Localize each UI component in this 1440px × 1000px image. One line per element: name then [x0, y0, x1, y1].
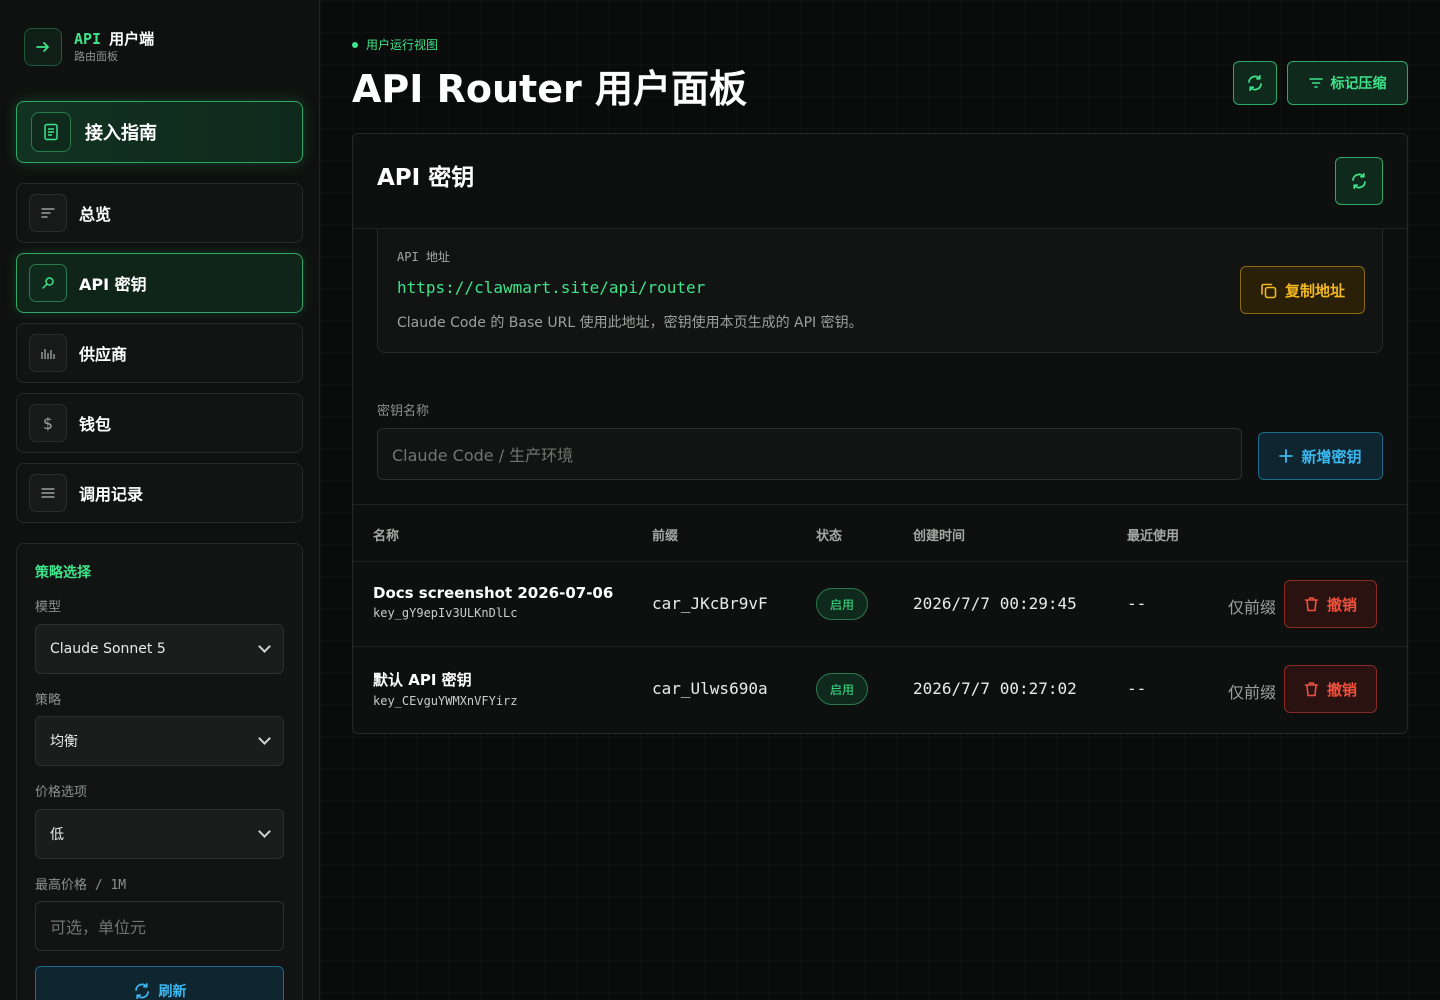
key-icon — [29, 264, 67, 302]
sidebar-item-label: 调用记录 — [79, 485, 144, 504]
add-key-label: 新增密钥 — [1301, 447, 1362, 466]
key-id: key_gY9epIv3ULKnDlLc — [373, 606, 518, 620]
api-address-description: Claude Code 的 Base URL 使用此地址，密钥使用本页生成的 A… — [397, 315, 863, 331]
last-used: -- — [1127, 594, 1147, 613]
header-refresh-button[interactable] — [1233, 61, 1277, 105]
list-icon — [29, 474, 67, 512]
sidebar-item-label: API 密钥 — [79, 275, 147, 294]
page-title: API Router 用户面板 — [352, 67, 747, 111]
column-header-prefix: 前缀 — [652, 529, 679, 544]
api-address-label: API 地址 — [397, 250, 450, 264]
created-time: 2026/7/7 00:29:45 — [913, 594, 1077, 613]
copy-address-button[interactable]: 复制地址 — [1240, 266, 1365, 314]
refresh-icon — [1352, 172, 1366, 190]
panel-refresh-button[interactable] — [1335, 157, 1383, 205]
column-header-name: 名称 — [373, 529, 400, 544]
model-value: Claude Sonnet 5 — [50, 641, 166, 657]
revoke-button[interactable]: 撤销 — [1284, 580, 1377, 628]
key-name: Docs screenshot 2026-07-06 — [373, 584, 614, 602]
strategy-label: 策略 — [35, 693, 62, 708]
eyebrow-text: 用户运行视图 — [366, 38, 439, 52]
column-header-last-used: 最近使用 — [1127, 529, 1180, 544]
max-price-input[interactable]: 可选，单位元 — [35, 901, 284, 951]
strategy-title: 策略选择 — [35, 565, 91, 581]
key-name-label: 密钥名称 — [377, 404, 430, 419]
sidebar-item-label: 供应商 — [79, 345, 128, 364]
copy-address-label: 复制地址 — [1284, 281, 1345, 300]
column-header-created: 创建时间 — [913, 529, 966, 544]
key-prefix: car_JKcBr9vF — [652, 594, 768, 613]
chevron-down-icon — [258, 732, 271, 745]
column-header-status: 状态 — [816, 529, 843, 544]
panel-title: API 密钥 — [377, 165, 475, 191]
strategy-value: 均衡 — [50, 734, 78, 750]
sidebar-item-api-keys[interactable]: API 密钥 — [16, 253, 303, 313]
key-id: key_CEvguYWMXnVFYirz — [373, 694, 518, 708]
strategy-panel: 策略选择 模型 Claude Sonnet 5 策略 均衡 价格选项 低 最高价… — [16, 543, 303, 1000]
brand-subtitle: 路由面板 — [74, 50, 118, 63]
last-used: -- — [1127, 679, 1147, 698]
guide-label: 接入指南 — [85, 123, 157, 144]
price-value: 低 — [50, 827, 64, 843]
brand[interactable]: API 用户端 路由面板 — [24, 28, 154, 66]
sidebar-item-label: 总览 — [79, 205, 112, 224]
prefix-only-text: 仅前缀 — [1228, 598, 1277, 617]
key-prefix: car_Ulws690a — [652, 679, 768, 698]
sidebar-item-label: 钱包 — [79, 415, 112, 434]
bars-icon — [29, 334, 67, 372]
dollar-icon: $ — [29, 404, 67, 442]
add-key-button[interactable]: 新增密钥 — [1258, 432, 1383, 480]
copy-icon — [1261, 283, 1277, 298]
max-price-label: 最高价格 / 1M — [35, 878, 127, 893]
sidebar: API 用户端 路由面板 接入指南 总览 API 密钥 供应商 $ 钱包 调用记… — [0, 0, 320, 1000]
refresh-label: 刷新 — [158, 984, 187, 1000]
strategy-select[interactable]: 均衡 — [35, 716, 284, 766]
refresh-icon — [1248, 74, 1262, 92]
guide-button[interactable]: 接入指南 — [16, 101, 303, 163]
status-badge: 启用 — [816, 588, 868, 620]
revoke-label: 撤销 — [1326, 680, 1357, 699]
lines-icon — [29, 194, 67, 232]
sidebar-item-providers[interactable]: 供应商 — [16, 323, 303, 383]
status-badge: 启用 — [816, 673, 868, 705]
revoke-button[interactable]: 撤销 — [1284, 665, 1377, 713]
plus-icon — [1279, 449, 1294, 463]
sidebar-item-call-logs[interactable]: 调用记录 — [16, 463, 303, 523]
eyebrow: 用户运行视图 — [352, 36, 438, 53]
api-keys-panel: API 密钥 API 地址 https://clawmart.site/api/… — [352, 133, 1408, 734]
model-label: 模型 — [35, 600, 62, 615]
chevron-down-icon — [258, 825, 271, 838]
price-select[interactable]: 低 — [35, 809, 284, 859]
price-label: 价格选项 — [35, 785, 88, 800]
chevron-down-icon — [258, 640, 271, 653]
refresh-icon — [134, 982, 149, 1000]
refresh-button[interactable]: 刷新 — [35, 966, 284, 1000]
sidebar-item-wallet[interactable]: $ 钱包 — [16, 393, 303, 453]
arrow-right-icon — [24, 28, 62, 66]
trash-icon — [1304, 682, 1319, 697]
mark-compress-label: 标记压缩 — [1330, 76, 1387, 92]
table-header: 名称 前缀 状态 创建时间 最近使用 — [353, 504, 1407, 562]
table-row: Docs screenshot 2026-07-06 key_gY9epIv3U… — [353, 562, 1407, 647]
status-dot — [352, 41, 358, 48]
revoke-label: 撤销 — [1326, 595, 1357, 614]
prefix-only-text: 仅前缀 — [1228, 683, 1277, 702]
trash-icon — [1304, 597, 1319, 612]
filter-icon — [1308, 78, 1323, 88]
api-address-url[interactable]: https://clawmart.site/api/router — [397, 278, 705, 297]
key-name: 默认 API 密钥 — [373, 671, 472, 689]
table-row: 默认 API 密钥 key_CEvguYWMXnVFYirz car_Ulws6… — [353, 647, 1407, 732]
brand-title: API 用户端 — [74, 30, 155, 48]
created-time: 2026/7/7 00:27:02 — [913, 679, 1077, 698]
sidebar-item-overview[interactable]: 总览 — [16, 183, 303, 243]
api-address-box: API 地址 https://clawmart.site/api/router … — [377, 229, 1383, 353]
document-icon — [31, 112, 71, 152]
panel-header: API 密钥 — [353, 134, 1407, 229]
mark-compress-button[interactable]: 标记压缩 — [1287, 61, 1408, 105]
key-name-input[interactable]: Claude Code / 生产环境 — [377, 428, 1242, 480]
model-select[interactable]: Claude Sonnet 5 — [35, 624, 284, 674]
